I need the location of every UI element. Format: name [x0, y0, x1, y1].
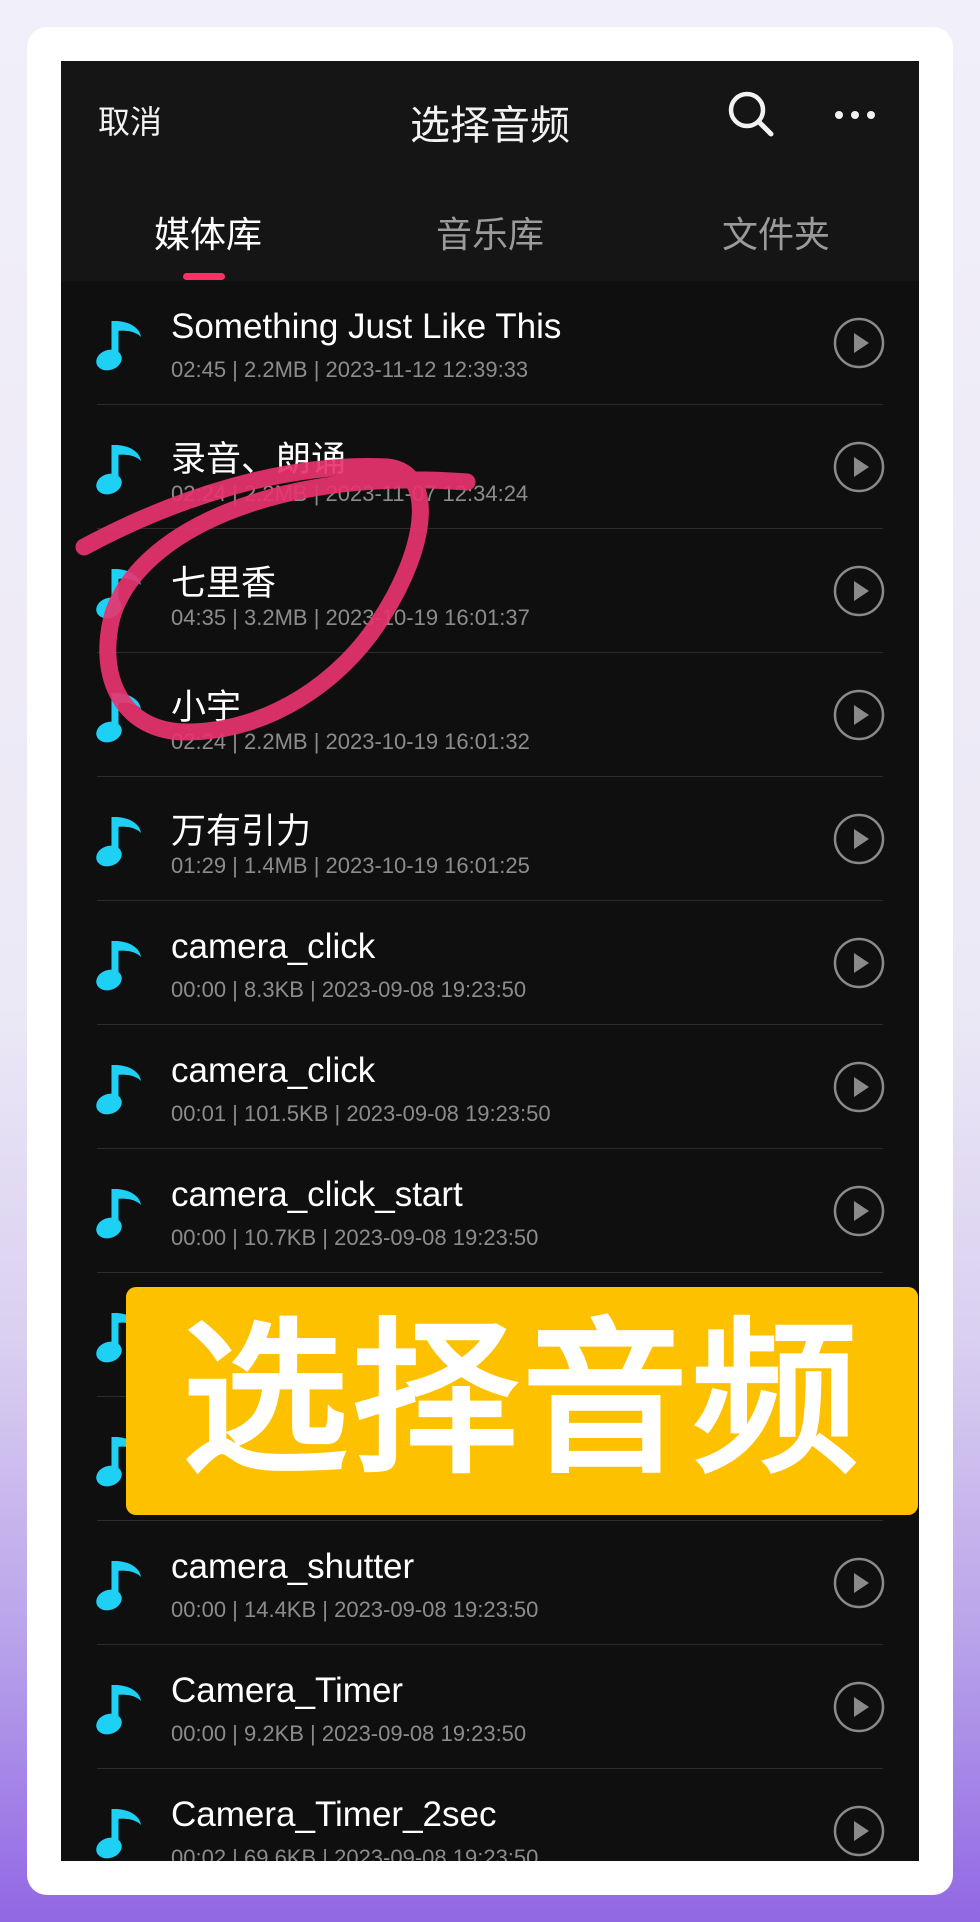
track-meta: 00:01 | 101.5KB | 2023-09-08 19:23:50 — [171, 1101, 551, 1126]
list-item[interactable]: Camera_Timer 00:00 | 9.2KB | 2023-09-08 1… — [61, 1645, 919, 1769]
app-screen: 取消 选择音频 媒体库 音乐库 文件夹 Something Just Like … — [61, 61, 919, 1861]
music-note-icon — [95, 687, 145, 747]
play-icon[interactable] — [833, 937, 885, 989]
list-item[interactable]: 录音、朗诵 02:24 | 2.2MB | 2023-11-07 12:34:24 — [61, 405, 919, 529]
list-item[interactable]: camera_click_start 00:00 | 10.7KB | 2023-… — [61, 1149, 919, 1273]
track-name: Something Just Like This — [171, 307, 562, 346]
tab-music-library[interactable]: 音乐库 — [347, 206, 633, 258]
title-banner: 选择音频 — [126, 1287, 918, 1515]
tab-folder[interactable]: 文件夹 — [633, 206, 919, 258]
track-meta: 02:24 | 2.2MB | 2023-10-19 16:01:32 — [171, 729, 530, 754]
music-note-icon — [95, 439, 145, 499]
track-name: Camera_Timer_2sec — [171, 1795, 497, 1834]
music-note-icon — [95, 1803, 145, 1861]
play-icon[interactable] — [833, 813, 885, 865]
track-meta: 04:35 | 3.2MB | 2023-10-19 16:01:37 — [171, 605, 530, 630]
tab-bar: 媒体库 音乐库 文件夹 — [61, 176, 919, 281]
play-icon[interactable] — [833, 1061, 885, 1113]
music-note-icon — [95, 1555, 145, 1615]
track-meta: 00:00 | 10.7KB | 2023-09-08 19:23:50 — [171, 1225, 539, 1250]
active-tab-indicator — [183, 273, 225, 280]
track-meta: 00:00 | 14.4KB | 2023-09-08 19:23:50 — [171, 1597, 539, 1622]
track-name: 录音、朗诵 — [171, 440, 347, 479]
list-item[interactable]: Something Just Like This 02:45 | 2.2MB | … — [61, 281, 919, 405]
music-note-icon — [95, 563, 145, 623]
list-item[interactable]: Camera_Timer_2sec 00:02 | 69.6KB | 2023-0… — [61, 1769, 919, 1861]
track-name: 七里香 — [171, 564, 277, 603]
list-item[interactable]: 万有引力 01:29 | 1.4MB | 2023-10-19 16:01:25 — [61, 777, 919, 901]
track-name: 万有引力 — [171, 812, 312, 851]
music-note-icon — [95, 811, 145, 871]
list-item[interactable]: camera_shutter 00:00 | 14.4KB | 2023-09-0… — [61, 1521, 919, 1645]
track-meta: 02:24 | 2.2MB | 2023-11-07 12:34:24 — [171, 481, 529, 506]
list-item[interactable]: camera_click 00:00 | 8.3KB | 2023-09-08 1… — [61, 901, 919, 1025]
track-name: Camera_Timer — [171, 1671, 404, 1710]
search-icon[interactable] — [726, 89, 776, 139]
list-item[interactable]: 小宇 02:24 | 2.2MB | 2023-10-19 16:01:32 — [61, 653, 919, 777]
banner-text: 选择音频 — [182, 1304, 862, 1497]
audio-list: Something Just Like This 02:45 | 2.2MB | … — [61, 281, 919, 1861]
page-title: 选择音频 — [410, 104, 570, 148]
music-note-icon — [95, 1679, 145, 1739]
track-meta: 00:02 | 69.6KB | 2023-09-08 19:23:50 — [171, 1845, 539, 1861]
play-icon[interactable] — [833, 689, 885, 741]
track-meta: 02:45 | 2.2MB | 2023-11-12 12:39:33 — [171, 357, 529, 382]
music-note-icon — [95, 935, 145, 995]
track-name: camera_click_start — [171, 1175, 463, 1214]
tab-media-library[interactable]: 媒体库 — [65, 206, 351, 258]
play-icon[interactable] — [833, 441, 885, 493]
track-meta: 00:00 | 9.2KB | 2023-09-08 19:23:50 — [171, 1721, 527, 1746]
track-name: camera_click — [171, 1051, 376, 1090]
play-icon[interactable] — [833, 565, 885, 617]
phone-frame: 取消 选择音频 媒体库 音乐库 文件夹 Something Just Like … — [27, 27, 953, 1895]
track-name: camera_click — [171, 927, 376, 966]
music-note-icon — [95, 1183, 145, 1243]
music-note-icon — [95, 315, 145, 375]
track-name: 小宇 — [171, 688, 242, 727]
play-icon[interactable] — [833, 1557, 885, 1609]
play-icon[interactable] — [833, 1681, 885, 1733]
track-meta: 01:29 | 1.4MB | 2023-10-19 16:01:25 — [171, 853, 530, 878]
play-icon[interactable] — [833, 317, 885, 369]
list-item[interactable]: camera_click 00:01 | 101.5KB | 2023-09-08… — [61, 1025, 919, 1149]
list-item[interactable]: 七里香 04:35 | 3.2MB | 2023-10-19 16:01:37 — [61, 529, 919, 653]
more-icon[interactable] — [833, 105, 877, 125]
top-bar: 取消 选择音频 — [61, 61, 919, 176]
track-meta: 00:00 | 8.3KB | 2023-09-08 19:23:50 — [171, 977, 527, 1002]
play-icon[interactable] — [833, 1185, 885, 1237]
music-note-icon — [95, 1059, 145, 1119]
play-icon[interactable] — [833, 1805, 885, 1857]
track-name: camera_shutter — [171, 1547, 415, 1586]
